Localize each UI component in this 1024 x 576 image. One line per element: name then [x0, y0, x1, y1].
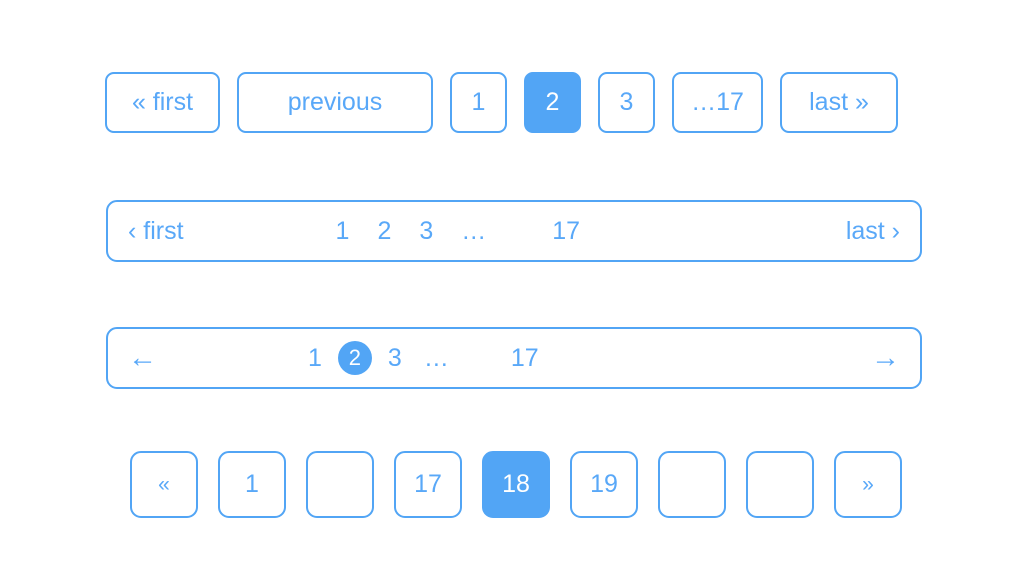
pagination-ellipsis: … [423, 343, 449, 372]
pagination-bar-chevron-text: ‹ first 1 2 3 … 17 last › [106, 200, 922, 262]
pagination-last-link[interactable]: last › [846, 217, 900, 246]
pagination-first-button[interactable]: « first [105, 72, 220, 133]
pagination-page-2-link[interactable]: 2 [363, 217, 405, 246]
pagination-page-1-link[interactable]: 1 [322, 217, 364, 246]
arrow-right-icon[interactable]: → [871, 343, 900, 373]
pagination-page-19-button[interactable]: 19 [570, 451, 638, 518]
arrow-left-icon[interactable]: ← [128, 343, 157, 373]
pagination-bar-arrows: ← 1 2 3 … 17 → [106, 327, 922, 389]
pagination-page-1-link[interactable]: 1 [297, 344, 333, 373]
pagination-page-3-link[interactable]: 3 [377, 344, 413, 373]
pagination-boxed-labelled: « first previous 1 2 3 …17 last » [105, 72, 898, 133]
pagination-page-1-button[interactable]: 1 [450, 72, 507, 133]
pagination-page-17-link[interactable]: 17 [500, 344, 550, 373]
pagination-blank-button-2[interactable] [658, 451, 726, 518]
pagination-bar-container: ‹ first 1 2 3 … 17 last › [106, 200, 922, 262]
pagination-page-3-link[interactable]: 3 [405, 217, 447, 246]
pagination-page-1-button[interactable]: 1 [218, 451, 286, 518]
pagination-boxed-squares: « 1 17 18 19 » [130, 451, 902, 518]
double-chevron-right-icon[interactable]: » [834, 451, 902, 518]
pagination-ellipsis: … [461, 216, 487, 245]
pagination-ellipsis-page-17-button[interactable]: …17 [672, 72, 763, 133]
pagination-page-2-link-active[interactable]: 2 [337, 341, 372, 375]
pagination-blank-button-1[interactable] [306, 451, 374, 518]
pagination-last-button[interactable]: last » [780, 72, 898, 133]
pagination-page-2-button-active[interactable]: 2 [524, 72, 581, 133]
pagination-page-17-link[interactable]: 17 [538, 217, 594, 246]
pagination-page-3-button[interactable]: 3 [598, 72, 655, 133]
pagination-page-list: 1 2 3 … 17 [297, 341, 550, 375]
pagination-bar-container: ← 1 2 3 … 17 → [106, 327, 922, 389]
pagination-page-list: 1 2 3 … 17 [322, 217, 595, 246]
pagination-page-18-button-active[interactable]: 18 [482, 451, 550, 518]
double-chevron-left-icon[interactable]: « [130, 451, 198, 518]
pagination-previous-button[interactable]: previous [237, 72, 433, 133]
pagination-first-link[interactable]: ‹ first [128, 217, 184, 246]
pagination-blank-button-3[interactable] [746, 451, 814, 518]
pagination-page-17-button[interactable]: 17 [394, 451, 462, 518]
